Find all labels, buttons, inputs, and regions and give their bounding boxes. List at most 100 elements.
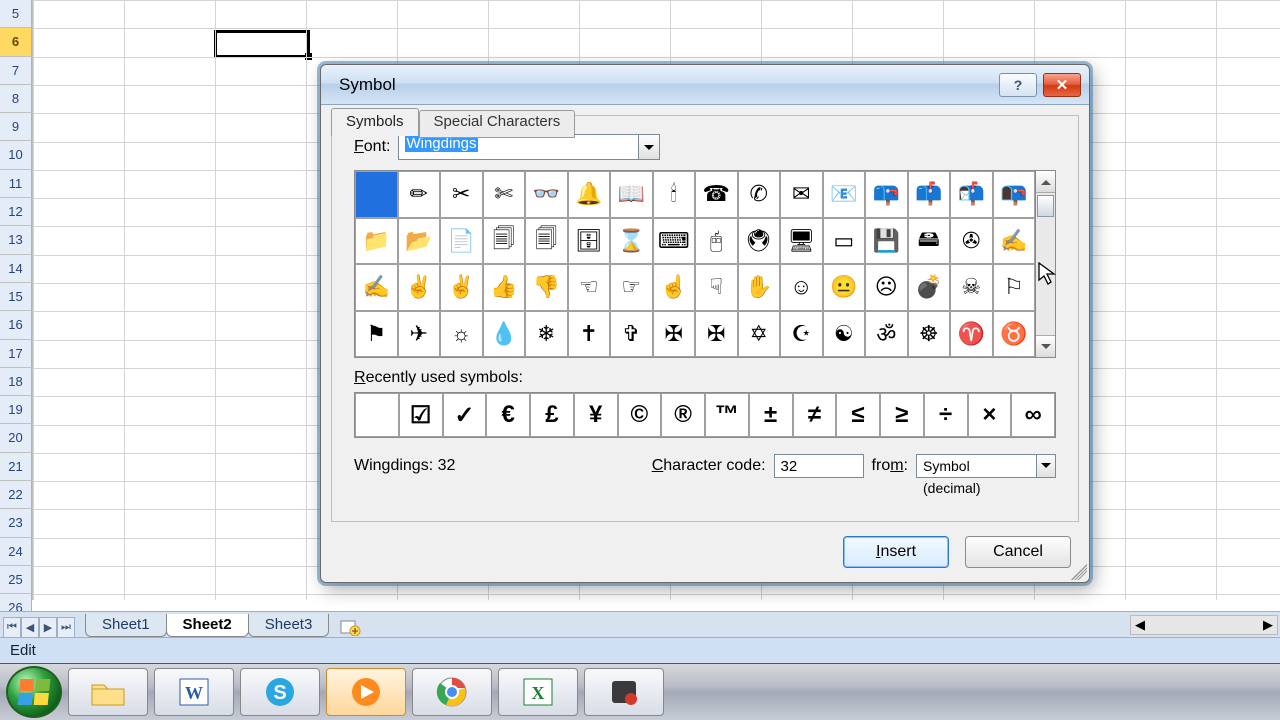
horizontal-scrollbar[interactable]: ◀ ▶	[1130, 615, 1278, 635]
symbol-cell[interactable]: ✍	[993, 218, 1036, 265]
symbol-cell[interactable]: ☞	[610, 264, 653, 311]
row-header-20[interactable]: 20	[0, 424, 32, 452]
dialog-titlebar[interactable]: Symbol ? ✕	[321, 65, 1089, 105]
symbol-cell[interactable]: ॐ	[865, 311, 908, 358]
sheet-nav-next[interactable]: ▶	[39, 617, 57, 637]
symbol-cell[interactable]: ✌	[440, 264, 483, 311]
symbol-cell[interactable]: ⚑	[355, 311, 398, 358]
symbol-cell[interactable]: 😐	[823, 264, 866, 311]
symbol-cell[interactable]: ☟	[695, 264, 738, 311]
symbol-cell[interactable]: ✍	[355, 264, 398, 311]
row-header-6[interactable]: 6	[0, 28, 32, 56]
recent-symbol-cell[interactable]: ∞	[1011, 393, 1055, 437]
symbol-cell[interactable]: 🗐	[483, 218, 526, 265]
symbol-cell[interactable]: ✆	[738, 171, 781, 218]
symbol-cell[interactable]: ✞	[610, 311, 653, 358]
symbol-cell[interactable]: ☎	[695, 171, 738, 218]
symbol-cell[interactable]: 📪	[865, 171, 908, 218]
recent-symbol-cell[interactable]: ®	[661, 393, 705, 437]
row-header-16[interactable]: 16	[0, 311, 32, 339]
row-header-21[interactable]: 21	[0, 453, 32, 481]
symbol-cell[interactable]: ☜	[568, 264, 611, 311]
symbol-cell[interactable]: 💣	[908, 264, 951, 311]
symbol-cell[interactable]: 📂	[398, 218, 441, 265]
tab-symbols[interactable]: Symbols	[331, 108, 419, 136]
symbol-cell[interactable]: ☼	[440, 311, 483, 358]
symbol-cell[interactable]: ✡	[738, 311, 781, 358]
recent-symbol-cell[interactable]: £	[530, 393, 574, 437]
symbol-cell[interactable]: 🗄	[568, 218, 611, 265]
recent-symbol-cell[interactable]: ≠	[793, 393, 837, 437]
sheet-nav-last[interactable]: ⏭	[57, 617, 75, 637]
symbol-cell[interactable]: ✌	[398, 264, 441, 311]
row-header-17[interactable]: 17	[0, 340, 32, 368]
symbol-cell[interactable]: ▭	[823, 218, 866, 265]
symbol-cell[interactable]: 💾	[865, 218, 908, 265]
task-skype[interactable]: S	[240, 668, 320, 716]
recent-symbol-cell[interactable]: ™	[705, 393, 749, 437]
row-header-14[interactable]: 14	[0, 255, 32, 283]
scroll-track[interactable]	[1036, 193, 1055, 335]
symbol-cell[interactable]: 📖	[610, 171, 653, 218]
scroll-up-button[interactable]	[1036, 171, 1055, 193]
symbol-cell[interactable]: ☺	[780, 264, 823, 311]
row-header-23[interactable]: 23	[0, 509, 32, 537]
symbol-cell[interactable]: 📁	[355, 218, 398, 265]
insert-button[interactable]: Insert	[843, 536, 949, 568]
row-header-10[interactable]: 10	[0, 141, 32, 169]
symbol-cell[interactable]: ♈	[950, 311, 993, 358]
resize-grip[interactable]	[1071, 564, 1087, 580]
symbol-cell[interactable]: 🕯	[653, 171, 696, 218]
task-excel[interactable]: X	[498, 668, 578, 716]
symbol-cell[interactable]: 📫	[908, 171, 951, 218]
tab-special-characters[interactable]: Special Characters	[419, 110, 576, 138]
symbol-cell[interactable]: ✠	[695, 311, 738, 358]
symbol-cell[interactable]: 🖲	[738, 218, 781, 265]
symbol-cell[interactable]: ⌛	[610, 218, 653, 265]
row-header-18[interactable]: 18	[0, 368, 32, 396]
hscroll-right[interactable]: ▶	[1259, 616, 1277, 634]
symbol-cell[interactable]: ✏	[398, 171, 441, 218]
row-header-25[interactable]: 25	[0, 566, 32, 594]
row-header-13[interactable]: 13	[0, 226, 32, 254]
close-button[interactable]: ✕	[1043, 73, 1081, 97]
from-dropdown-button[interactable]	[1036, 454, 1056, 478]
recent-symbol-cell[interactable]: ☑	[399, 393, 443, 437]
row-header-7[interactable]: 7	[0, 57, 32, 85]
symbol-cell[interactable]: 👎	[525, 264, 568, 311]
start-button[interactable]	[6, 666, 62, 718]
symbol-cell[interactable]: ✝	[568, 311, 611, 358]
symbol-cell[interactable]: ✇	[950, 218, 993, 265]
active-cell[interactable]	[214, 30, 310, 58]
symbol-cell[interactable]: 📬	[950, 171, 993, 218]
cancel-button[interactable]: Cancel	[965, 536, 1071, 568]
row-header-5[interactable]: 5	[0, 0, 32, 28]
symbol-cell[interactable]: 🖰	[695, 218, 738, 265]
symbol-cell[interactable]: ✠	[653, 311, 696, 358]
symbol-cell[interactable]: ⚐	[993, 264, 1036, 311]
symbol-cell[interactable]: 🗐	[525, 218, 568, 265]
symbol-cell[interactable]: ☪	[780, 311, 823, 358]
symbol-cell[interactable]: ☹	[865, 264, 908, 311]
recent-symbol-cell[interactable]: ¥	[574, 393, 618, 437]
task-app[interactable]	[584, 668, 664, 716]
font-dropdown-button[interactable]	[638, 134, 660, 160]
recent-symbol-cell[interactable]: ≥	[880, 393, 924, 437]
symbol-cell[interactable]: ✈	[398, 311, 441, 358]
symbol-cell[interactable]: 📭	[993, 171, 1036, 218]
sheet-tab-sheet3[interactable]: Sheet3	[248, 614, 330, 637]
char-code-input[interactable]	[774, 454, 864, 478]
symbol-cell[interactable]	[355, 171, 398, 218]
hscroll-left[interactable]: ◀	[1131, 616, 1149, 634]
symbol-cell[interactable]: ☝	[653, 264, 696, 311]
recent-symbol-cell[interactable]: ≤	[836, 393, 880, 437]
symbol-cell[interactable]: ✂	[440, 171, 483, 218]
symbol-cell[interactable]: 🖥	[780, 218, 823, 265]
symbol-cell[interactable]: 👓	[525, 171, 568, 218]
from-select[interactable]: Symbol (decimal)	[916, 454, 1036, 478]
sheet-nav-first[interactable]: ⏮	[3, 617, 21, 637]
row-header-12[interactable]: 12	[0, 198, 32, 226]
new-sheet-button[interactable]	[336, 617, 364, 637]
symbol-cell[interactable]: ⌨	[653, 218, 696, 265]
row-header-19[interactable]: 19	[0, 396, 32, 424]
